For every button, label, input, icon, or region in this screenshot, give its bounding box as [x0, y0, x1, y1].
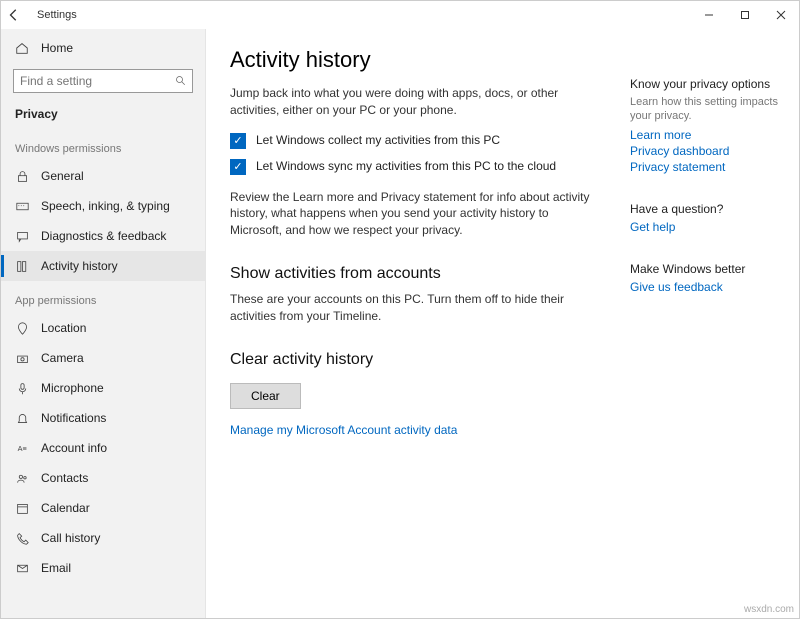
nav-label: Account info	[41, 441, 107, 455]
back-button[interactable]	[7, 8, 31, 22]
privacy-options-block: Know your privacy options Learn how this…	[630, 77, 787, 174]
check-icon: ✓	[230, 133, 246, 149]
nav-contacts[interactable]: Contacts	[1, 463, 205, 493]
titlebar: Settings	[1, 1, 799, 29]
search-box[interactable]	[13, 69, 193, 93]
nav-account-info[interactable]: A≡ Account info	[1, 433, 205, 463]
nav-call-history[interactable]: Call history	[1, 523, 205, 553]
nav-calendar[interactable]: Calendar	[1, 493, 205, 523]
nav-label: Notifications	[41, 411, 106, 425]
nav-camera[interactable]: Camera	[1, 343, 205, 373]
svg-text:A≡: A≡	[17, 443, 26, 452]
nav-label: Microphone	[41, 381, 104, 395]
nav-email[interactable]: Email	[1, 553, 205, 583]
nav-label: Camera	[41, 351, 84, 365]
nav-label: Contacts	[41, 471, 88, 485]
account-icon: A≡	[13, 442, 31, 455]
section-privacy: Privacy	[1, 103, 205, 129]
minimize-button[interactable]	[691, 1, 727, 29]
lock-icon	[13, 170, 31, 183]
email-icon	[13, 562, 31, 575]
window-controls	[691, 1, 799, 29]
search-input[interactable]	[20, 74, 175, 88]
feedback-icon	[13, 230, 31, 243]
nav-label: Diagnostics & feedback	[41, 229, 166, 243]
home-label: Home	[41, 41, 73, 55]
checkbox-label: Let Windows sync my activities from this…	[256, 159, 556, 173]
location-icon	[13, 322, 31, 335]
clear-heading: Clear activity history	[230, 351, 604, 369]
privacy-dashboard-link[interactable]: Privacy dashboard	[630, 144, 787, 158]
nav-microphone[interactable]: Microphone	[1, 373, 205, 403]
maximize-button[interactable]	[727, 1, 763, 29]
calendar-icon	[13, 502, 31, 515]
phone-icon	[13, 532, 31, 545]
accounts-heading: Show activities from accounts	[230, 265, 604, 283]
give-feedback-link[interactable]: Give us feedback	[630, 280, 787, 294]
main-area: Activity history Jump back into what you…	[206, 29, 799, 618]
get-help-link[interactable]: Get help	[630, 220, 787, 234]
bell-icon	[13, 412, 31, 425]
intro-text: Jump back into what you were doing with …	[230, 85, 590, 119]
search-icon	[175, 75, 187, 87]
right-heading: Have a question?	[630, 202, 787, 216]
accounts-desc: These are your accounts on this PC. Turn…	[230, 291, 590, 325]
nav-label: Call history	[41, 531, 100, 545]
group-app-permissions: App permissions	[1, 281, 205, 313]
right-desc: Learn how this setting impacts your priv…	[630, 95, 787, 124]
close-button[interactable]	[763, 1, 799, 29]
content: Activity history Jump back into what you…	[206, 29, 624, 618]
right-heading: Make Windows better	[630, 262, 787, 276]
settings-window: Settings Home Privacy Windows permission…	[0, 0, 800, 619]
nav-notifications[interactable]: Notifications	[1, 403, 205, 433]
home-link[interactable]: Home	[1, 35, 205, 61]
checkbox-sync[interactable]: ✓ Let Windows sync my activities from th…	[230, 159, 604, 175]
checkbox-label: Let Windows collect my activities from t…	[256, 133, 500, 147]
page-title: Activity history	[230, 47, 604, 73]
camera-icon	[13, 352, 31, 365]
manage-account-link[interactable]: Manage my Microsoft Account activity dat…	[230, 423, 604, 437]
nav-label: General	[41, 169, 84, 183]
nav-label: Email	[41, 561, 71, 575]
contacts-icon	[13, 472, 31, 485]
nav-speech[interactable]: Speech, inking, & typing	[1, 191, 205, 221]
privacy-statement-link[interactable]: Privacy statement	[630, 160, 787, 174]
clear-button[interactable]: Clear	[230, 383, 301, 409]
learn-more-link[interactable]: Learn more	[630, 128, 787, 142]
question-block: Have a question? Get help	[630, 202, 787, 234]
history-icon	[13, 260, 31, 273]
check-icon: ✓	[230, 159, 246, 175]
nav-label: Calendar	[41, 501, 90, 515]
keyboard-icon	[13, 200, 31, 213]
nav-label: Location	[41, 321, 86, 335]
microphone-icon	[13, 382, 31, 395]
nav-activity-history[interactable]: Activity history	[1, 251, 205, 281]
watermark: wsxdn.com	[744, 604, 794, 615]
right-column: Know your privacy options Learn how this…	[624, 29, 799, 618]
nav-location[interactable]: Location	[1, 313, 205, 343]
nav-diagnostics[interactable]: Diagnostics & feedback	[1, 221, 205, 251]
home-icon	[15, 41, 31, 55]
feedback-block: Make Windows better Give us feedback	[630, 262, 787, 294]
group-windows-permissions: Windows permissions	[1, 129, 205, 161]
checkbox-collect[interactable]: ✓ Let Windows collect my activities from…	[230, 133, 604, 149]
window-title: Settings	[37, 9, 77, 21]
nav-label: Speech, inking, & typing	[41, 199, 170, 213]
nav-label: Activity history	[41, 259, 118, 273]
body: Home Privacy Windows permissions General…	[1, 29, 799, 618]
review-text: Review the Learn more and Privacy statem…	[230, 189, 590, 239]
sidebar: Home Privacy Windows permissions General…	[1, 29, 206, 618]
right-heading: Know your privacy options	[630, 77, 787, 91]
nav-general[interactable]: General	[1, 161, 205, 191]
